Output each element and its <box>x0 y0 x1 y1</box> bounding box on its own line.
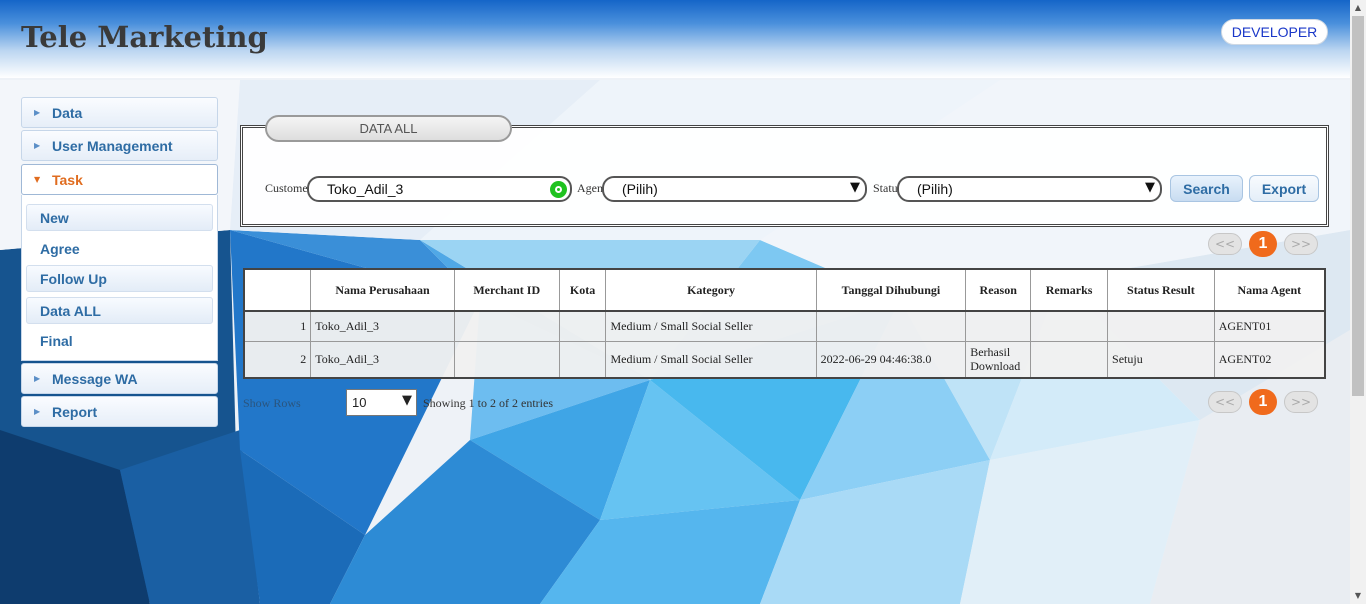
table-row[interactable]: 1 Toko_Adil_3 Medium / Small Social Sell… <box>243 310 1326 342</box>
agent-label: Agent <box>577 181 603 195</box>
sidebar-item-message-wa[interactable]: ▶ Message WA <box>21 363 218 394</box>
submenu-item-final[interactable]: Final <box>26 327 213 354</box>
cell-tanggal-dihubungi <box>815 310 967 342</box>
filter-panel-title: DATA ALL <box>265 115 512 142</box>
pagination-current-bottom[interactable]: 1 <box>1249 389 1277 415</box>
cell-merchant-id <box>453 340 560 379</box>
search-button[interactable]: Search <box>1170 175 1243 202</box>
rows-per-page-value: 10 <box>352 395 367 410</box>
column-header-tanggal-dihubungi[interactable]: Tanggal Dihubungi <box>815 268 967 312</box>
scrollbar-thumb[interactable] <box>1352 16 1364 396</box>
show-rows-label: Show Rows <box>243 396 301 410</box>
clear-circle-icon[interactable] <box>550 181 567 198</box>
column-header-merchant-id[interactable]: Merchant ID <box>453 268 560 312</box>
column-header-status-result[interactable]: Status Result <box>1107 268 1215 312</box>
cell-merchant-id <box>453 310 560 342</box>
sidebar-item-data[interactable]: ▶ Data <box>21 97 218 128</box>
entries-info: Showing 1 to 2 of 2 entries <box>423 396 553 410</box>
column-header-remarks[interactable]: Remarks <box>1030 268 1109 312</box>
submenu-item-data-all[interactable]: Data ALL <box>26 297 213 324</box>
status-selected-value: (Pilih) <box>917 181 953 197</box>
cell-tanggal-dihubungi: 2022-06-29 04:46:38.0 <box>815 340 967 379</box>
sidebar-item-report[interactable]: ▶ Report <box>21 396 218 427</box>
pagination-prev-top[interactable]: << <box>1208 233 1242 255</box>
customer-label: Customer <box>265 181 309 195</box>
pagination-next-bottom[interactable]: >> <box>1284 391 1318 413</box>
rows-per-page-select[interactable]: 10 ▼ <box>346 389 417 416</box>
column-header-index[interactable] <box>243 268 312 312</box>
cell-status-result <box>1107 310 1215 342</box>
cell-nama-agent: AGENT02 <box>1213 340 1326 379</box>
agent-select[interactable]: (Pilih) ▼ <box>602 176 867 202</box>
cell-index: 1 <box>243 310 312 342</box>
caret-down-icon: ▼ <box>850 180 860 195</box>
triangle-right-icon: ▶ <box>34 374 41 383</box>
triangle-right-icon: ▶ <box>34 108 41 117</box>
cell-remarks <box>1030 340 1109 379</box>
header-bar: Tele Marketing DEVELOPER <box>0 0 1350 78</box>
scroll-down-icon[interactable]: ▼ <box>1350 588 1366 604</box>
sidebar-item-label: Data <box>52 104 83 121</box>
triangle-right-icon: ▶ <box>34 141 41 150</box>
submenu-item-agree[interactable]: Agree <box>26 235 213 262</box>
sidebar-item-label: Task <box>52 171 83 188</box>
column-header-reason[interactable]: Reason <box>965 268 1032 312</box>
table-row[interactable]: 2 Toko_Adil_3 Medium / Small Social Sell… <box>243 340 1326 379</box>
status-label: Status <box>873 181 899 195</box>
submenu-item-follow-up[interactable]: Follow Up <box>26 265 213 292</box>
cell-nama-perusahaan: Toko_Adil_3 <box>310 310 455 342</box>
cell-reason: Berhasil Download <box>965 340 1032 379</box>
sidebar-item-label: User Management <box>52 137 173 154</box>
customer-value: Toko_Adil_3 <box>327 181 404 197</box>
sidebar-item-user-management[interactable]: ▶ User Management <box>21 130 218 161</box>
sidebar-item-label: Message WA <box>52 370 138 387</box>
column-header-nama-perusahaan[interactable]: Nama Perusahaan <box>310 268 455 312</box>
pagination-next-top[interactable]: >> <box>1284 233 1318 255</box>
agent-selected-value: (Pilih) <box>622 181 658 197</box>
customer-input[interactable]: Toko_Adil_3 <box>307 176 572 202</box>
caret-down-icon: ▼ <box>402 393 412 408</box>
triangle-right-icon: ▶ <box>34 407 41 416</box>
submenu-item-new[interactable]: New <box>26 204 213 231</box>
pagination-prev-bottom[interactable]: << <box>1208 391 1242 413</box>
export-button[interactable]: Export <box>1249 175 1319 202</box>
status-select[interactable]: (Pilih) ▼ <box>897 176 1162 202</box>
cell-index: 2 <box>243 340 312 379</box>
cell-status-result: Setuju <box>1107 340 1215 379</box>
cell-nama-perusahaan: Toko_Adil_3 <box>310 340 455 379</box>
table-header-row: Nama Perusahaan Merchant ID Kota Kategor… <box>243 268 1326 312</box>
column-header-kota[interactable]: Kota <box>558 268 607 312</box>
cell-kategory: Medium / Small Social Seller <box>605 310 817 342</box>
cell-kota <box>558 340 607 379</box>
cell-nama-agent: AGENT01 <box>1213 310 1326 342</box>
sidebar-item-label: Report <box>52 403 98 420</box>
caret-down-icon: ▼ <box>1145 180 1155 195</box>
column-header-nama-agent[interactable]: Nama Agent <box>1213 268 1326 312</box>
cell-reason <box>965 310 1032 342</box>
column-header-kategory[interactable]: Kategory <box>605 268 817 312</box>
sidebar-item-task[interactable]: ▼ Task <box>21 164 218 195</box>
developer-button[interactable]: DEVELOPER <box>1221 19 1328 45</box>
data-table: Nama Perusahaan Merchant ID Kota Kategor… <box>243 268 1326 379</box>
cell-kota <box>558 310 607 342</box>
scroll-up-icon[interactable]: ▲ <box>1350 0 1366 16</box>
app-title: Tele Marketing <box>21 20 268 54</box>
cell-remarks <box>1030 310 1109 342</box>
pagination-current-top[interactable]: 1 <box>1249 231 1277 257</box>
cell-kategory: Medium / Small Social Seller <box>605 340 817 379</box>
triangle-down-icon: ▼ <box>34 175 41 184</box>
